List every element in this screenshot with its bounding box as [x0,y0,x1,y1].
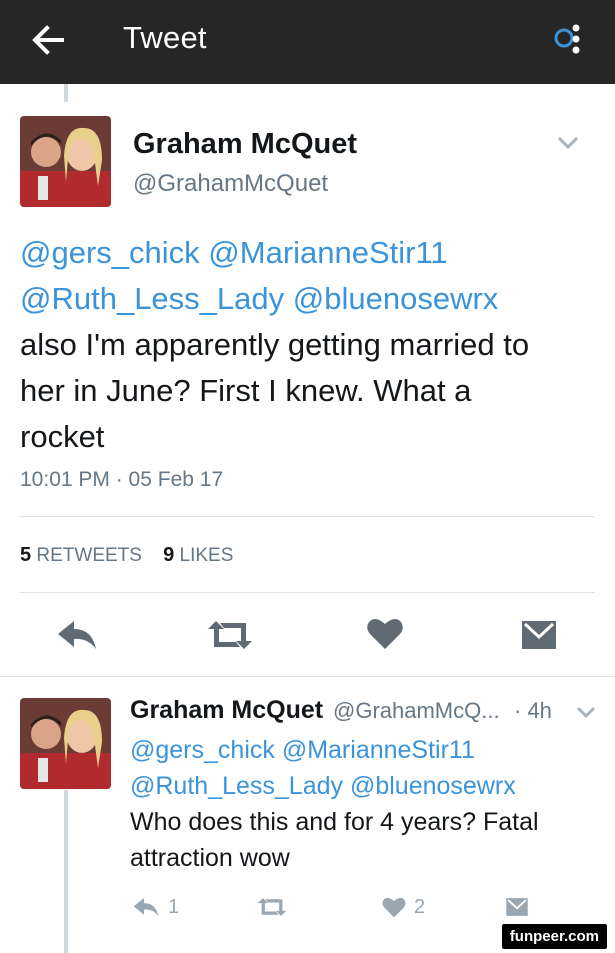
text-line: attraction wow [130,844,290,872]
divider [20,516,595,517]
retweets-label: RETWEETS [36,545,142,566]
reply-options-button[interactable] [572,702,600,722]
reply-author-name[interactable]: Graham McQuet [130,696,323,725]
reply-like-button[interactable]: 2 [382,894,425,920]
watermark: funpeer.com [501,924,607,949]
likes-label: LIKES [179,545,234,566]
thread-line-top [64,84,68,102]
reply-dm-button[interactable] [505,894,529,920]
reply-reply-button[interactable]: 1 [132,894,179,920]
mentions-line: @gers_chick @MarianneStir11 [130,732,600,768]
text-line: also I'm apparently getting married to [20,327,530,362]
mention-link[interactable]: @bluenosewrx [350,772,516,800]
thread-line [64,790,68,953]
mentions-line: @gers_chick @MarianneStir11 [20,230,529,276]
retweets-count: 5 [20,544,32,566]
tweet-text: @gers_chick @MarianneStir11 @Ruth_Less_L… [20,230,529,460]
reply-retweet-button[interactable] [256,894,288,920]
app-bar: Tweet [0,0,615,84]
tweet-timestamp: 10:01 PM · 05 Feb 17 [20,468,224,491]
avatar-photo [20,116,111,207]
retweet-icon [208,621,252,649]
reply-time: · 4h [514,698,552,723]
reply-icon [58,621,96,649]
heart-icon [382,897,406,918]
author-handle[interactable]: @GrahamMcQuet [133,170,328,198]
retweets-stat[interactable]: 5 RETWEETS [20,544,142,566]
chevron-down-icon [557,136,579,150]
divider [0,676,615,677]
like-button[interactable] [367,616,403,655]
mention-link[interactable]: @gers_chick [20,235,200,270]
text-line: her in June? First I knew. What a [20,373,472,408]
mail-icon [522,621,556,649]
text-line: rocket [20,419,105,454]
author-name[interactable]: Graham McQuet [133,128,357,161]
avatar[interactable] [20,698,111,789]
mention-link[interactable]: @Ruth_Less_Lady [20,281,284,316]
back-button[interactable] [28,20,72,60]
heart-icon [367,618,403,649]
page-title: Tweet [123,20,207,55]
retweet-icon [257,897,287,917]
reply-count: 1 [168,895,180,918]
chevron-down-icon [576,706,596,719]
reply-author-handle[interactable]: @GrahamMcQ... [333,698,500,724]
avatar-photo [20,698,111,789]
tweet-stats: 5 RETWEETS 9 LIKES [20,544,233,567]
mention-link[interactable]: @MarianneStir11 [282,736,475,764]
mail-icon [506,898,528,916]
avatar[interactable] [20,116,111,207]
reply-button[interactable] [56,618,98,657]
mention-link[interactable]: @MarianneStir11 [208,235,447,270]
mention-link[interactable]: @Ruth_Less_Lady [130,772,343,800]
mentions-line: @Ruth_Less_Lady @bluenosewrx [20,276,529,322]
mention-link[interactable]: @gers_chick [130,736,275,764]
tweet-options-button[interactable] [554,132,582,152]
reply-icon [133,897,159,917]
mentions-line: @Ruth_Less_Lady @bluenosewrx [130,768,600,804]
text-line: Who does this and for 4 years? Fatal [130,808,539,836]
direct-message-button[interactable] [520,618,558,657]
overflow-menu-button[interactable] [550,18,590,62]
reply-text: @gers_chick @MarianneStir11 @Ruth_Less_L… [130,732,600,876]
like-count: 2 [414,895,426,918]
divider [20,592,595,593]
arrow-left-icon [32,25,64,55]
overflow-menu-icon [554,24,580,54]
likes-stat[interactable]: 9 LIKES [163,544,234,566]
likes-count: 9 [163,544,175,566]
retweet-button[interactable] [206,618,254,657]
mention-link[interactable]: @bluenosewrx [293,281,499,316]
